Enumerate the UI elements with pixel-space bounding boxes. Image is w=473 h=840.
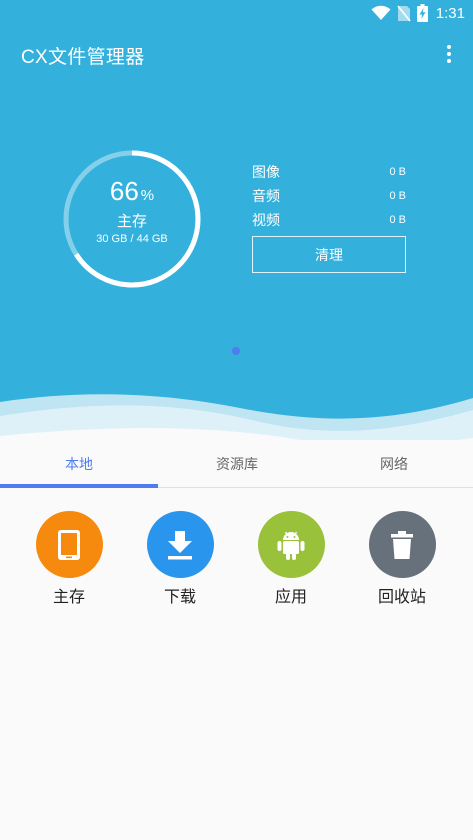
more-vert-icon — [447, 45, 451, 49]
shortcut-label: 应用 — [274, 587, 307, 606]
android-icon — [277, 531, 305, 560]
shortcut-apps[interactable]: 应用 — [246, 511, 336, 607]
tab-bar: 本地 资源库 网络 — [0, 440, 473, 488]
shortcut-circle — [35, 511, 103, 578]
storage-header: 1:31 CX文件管理器 66% 主存 30 GB / 44 GB 图像 0 B… — [0, 0, 473, 440]
tab-library[interactable]: 资源库 — [158, 440, 316, 487]
media-row-images: 图像 0 B — [252, 160, 406, 184]
wave-decoration — [0, 394, 473, 440]
media-label: 图像 — [252, 165, 280, 181]
storage-label: 主存 — [116, 212, 147, 230]
status-bar: 1:31 — [0, 0, 473, 26]
media-size: 0 B — [389, 190, 406, 202]
media-size: 0 B — [389, 214, 406, 226]
media-label: 视频 — [252, 213, 280, 229]
shortcut-grid: 主存 下载 应用 回收站 — [0, 488, 473, 840]
shortcut-circle — [257, 511, 325, 578]
battery-charging-icon — [416, 4, 428, 22]
tab-network[interactable]: 网络 — [315, 440, 473, 487]
media-row-video: 视频 0 B — [252, 208, 406, 232]
media-size: 0 B — [389, 166, 406, 178]
shortcut-trash[interactable]: 回收站 — [357, 511, 447, 607]
tab-local[interactable]: 本地 — [0, 440, 158, 487]
storage-ring-text: 66% 主存 30 GB / 44 GB — [61, 148, 203, 290]
clean-button[interactable]: 清理 — [252, 236, 406, 273]
shortcut-circle — [368, 511, 436, 578]
shortcut-label: 下载 — [163, 587, 196, 606]
shortcut-label: 主存 — [52, 587, 85, 606]
download-icon — [168, 530, 192, 559]
trash-icon — [391, 530, 413, 559]
status-time: 1:31 — [435, 4, 465, 22]
shortcut-main-storage[interactable]: 主存 — [24, 511, 114, 607]
more-options-button[interactable] — [437, 40, 461, 68]
storage-percent: 66% — [109, 176, 155, 206]
tablet-icon — [58, 529, 80, 560]
media-row-audio: 音频 0 B — [252, 184, 406, 208]
page-indicator-dot — [232, 347, 240, 355]
shortcut-label: 回收站 — [377, 587, 426, 606]
shortcut-downloads[interactable]: 下载 — [135, 511, 225, 607]
storage-usage: 30 GB / 44 GB — [96, 233, 168, 245]
wifi-icon — [371, 5, 391, 20]
status-icons: 1:31 — [371, 3, 465, 23]
shortcut-circle — [146, 511, 214, 578]
media-label: 音频 — [252, 189, 280, 205]
app-title: CX文件管理器 — [21, 47, 145, 68]
no-sim-icon — [397, 5, 411, 21]
media-summary: 图像 0 B 音频 0 B 视频 0 B — [252, 160, 406, 232]
